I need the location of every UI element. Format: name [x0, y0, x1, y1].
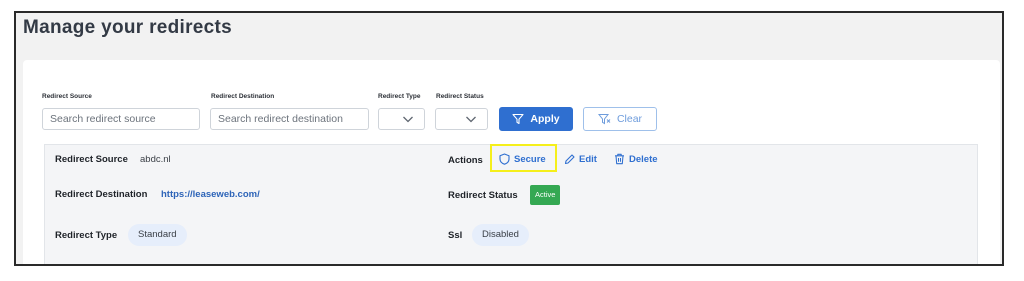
edit-action[interactable]: Edit [564, 153, 597, 165]
redirect-row: Redirect Source abdc.nl Redirect Destina… [44, 144, 978, 264]
chevron-down-icon [465, 114, 477, 124]
ssl-key: Ssl [448, 230, 463, 241]
apply-button[interactable]: Apply [499, 107, 573, 131]
secure-label: Secure [514, 153, 546, 165]
search-source-placeholder: Search redirect source [50, 113, 156, 125]
redirect-type-select[interactable] [378, 108, 425, 130]
apply-button-label: Apply [530, 113, 560, 125]
filter-label-type: Redirect Type [378, 93, 421, 100]
redirects-card: Redirect Source Redirect Destination Red… [23, 60, 1000, 264]
search-destination-placeholder: Search redirect destination [218, 113, 343, 125]
trash-icon [614, 153, 625, 165]
pencil-icon [564, 153, 575, 165]
filter-label-source: Redirect Source [42, 93, 92, 100]
edit-label: Edit [579, 153, 597, 165]
actions-key: Actions [448, 155, 483, 166]
app-window: Manage your redirects Redirect Source Re… [14, 11, 1004, 266]
filter-label-destination: Redirect Destination [211, 93, 275, 100]
redirect-destination-link[interactable]: https://leaseweb.com/ [161, 189, 260, 200]
redirect-destination-key: Redirect Destination [55, 189, 148, 200]
filter-clear-icon [597, 113, 611, 125]
clear-button[interactable]: Clear [583, 107, 657, 131]
clear-button-label: Clear [616, 113, 643, 125]
filter-label-status: Redirect Status [436, 93, 484, 100]
redirect-status-select[interactable] [435, 108, 488, 130]
ssl-pill: Disabled [472, 224, 529, 246]
filter-icon [512, 113, 524, 125]
redirect-status-key: Redirect Status [448, 190, 518, 201]
shield-icon [499, 153, 510, 165]
secure-action[interactable]: Secure [499, 153, 546, 165]
redirect-type-pill: Standard [128, 224, 187, 246]
delete-action[interactable]: Delete [614, 153, 658, 165]
status-badge: Active [530, 185, 561, 205]
delete-label: Delete [629, 153, 658, 165]
search-destination-input[interactable]: Search redirect destination [210, 108, 369, 130]
redirect-type-key: Redirect Type [55, 230, 118, 241]
page-title: Manage your redirects [23, 17, 233, 38]
search-source-input[interactable]: Search redirect source [42, 108, 200, 130]
redirect-source-value: abdc.nl [140, 154, 171, 165]
redirect-source-key: Redirect Source [55, 154, 128, 165]
chevron-down-icon [402, 114, 414, 124]
